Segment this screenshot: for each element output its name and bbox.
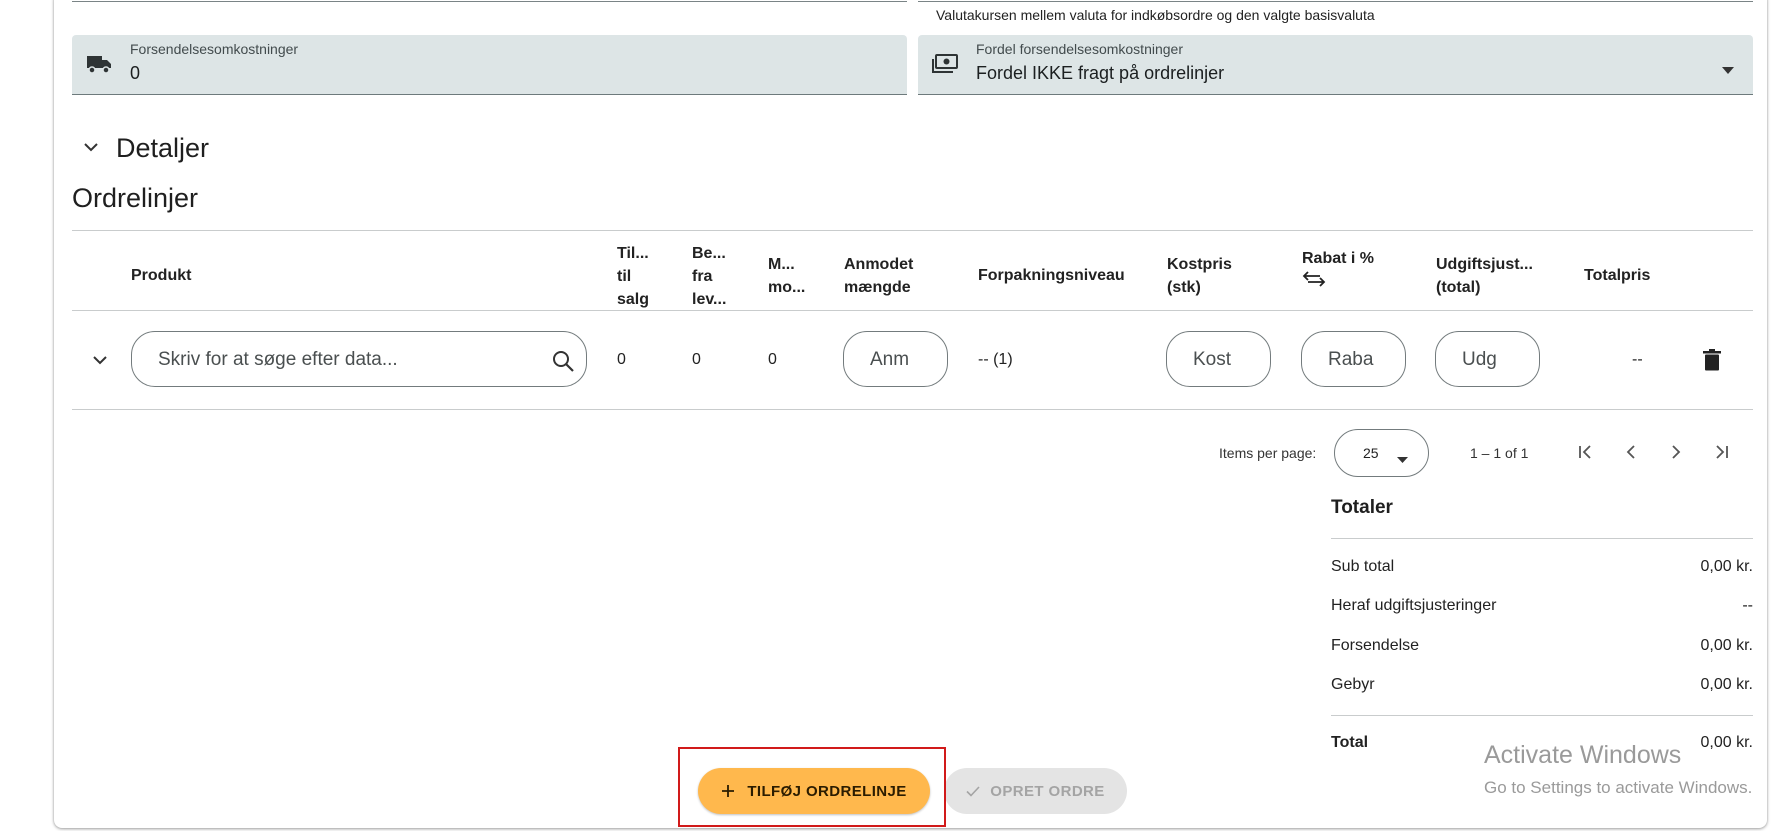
details-expander[interactable]: Detaljer — [84, 131, 209, 165]
details-label: Detaljer — [116, 132, 210, 163]
header-requested-line: mængde — [844, 279, 911, 296]
previous-page-icon[interactable] — [1619, 440, 1643, 464]
header-min-line: M... — [768, 256, 795, 273]
discount-input[interactable]: Raba — [1301, 331, 1406, 387]
items-per-page-label: Items per page: — [1219, 445, 1317, 461]
header-ordered-line: lev... — [692, 291, 727, 308]
totals-title: Totaler — [1331, 497, 1393, 518]
totals-label: Heraf udgiftsjusteringer — [1331, 597, 1497, 614]
shipping-distribution-label: Fordel forsendelsesomkostninger — [976, 41, 1183, 57]
first-page-icon[interactable] — [1574, 440, 1598, 464]
dropdown-arrow-icon — [1722, 61, 1734, 79]
shipping-distribution-select[interactable]: Fordel forsendelsesomkostninger Fordel I… — [918, 35, 1753, 95]
page-size-select[interactable]: 25 — [1334, 429, 1429, 477]
header-cost-line: Kostpris — [1167, 256, 1232, 273]
totals-label: Sub total — [1331, 558, 1395, 575]
available-value: 0 — [617, 351, 626, 368]
check-icon — [966, 785, 980, 797]
next-page-icon[interactable] — [1664, 440, 1688, 464]
header-discount-label: Rabat i % — [1302, 250, 1375, 267]
money-icon — [932, 54, 958, 79]
header-cost-line: (stk) — [1167, 279, 1201, 296]
swap-arrows-icon[interactable] — [1302, 271, 1374, 294]
header-adjust-line: (total) — [1436, 279, 1481, 296]
header-requested-line: Anmodet — [844, 256, 914, 273]
grand-total-label: Total — [1331, 734, 1369, 751]
product-search-input[interactable]: Skriv for at søge efter data... — [131, 331, 587, 387]
header-packaging[interactable]: Forpakningsniveau — [978, 264, 1125, 287]
delete-icon[interactable] — [1699, 346, 1725, 374]
header-min[interactable]: M... mo... — [768, 253, 805, 299]
header-total[interactable]: Totalpris — [1584, 264, 1650, 287]
order-lines-title: Ordrelinjer — [72, 183, 199, 213]
totals-divider-bottom — [1331, 715, 1753, 716]
header-requested[interactable]: Anmodet mængde — [844, 253, 913, 299]
header-available[interactable]: Til... til salg — [617, 242, 649, 311]
exchange-rate-hint: Valutakursen mellem valuta for indkøbsor… — [936, 7, 1375, 23]
header-adjust-line: Udgiftsjust... — [1436, 256, 1533, 273]
windows-activation-hint: Go to Settings to activate Windows. — [1484, 778, 1753, 797]
totals-label: Forsendelse — [1331, 637, 1420, 654]
create-order-label: OPRET ORDRE — [990, 782, 1105, 800]
product-search-placeholder: Skriv for at søge efter data... — [158, 349, 398, 370]
last-page-icon[interactable] — [1709, 440, 1733, 464]
create-order-button[interactable]: OPRET ORDRE — [944, 768, 1127, 814]
totals-value: 0,00 kr. — [1700, 558, 1753, 575]
chevron-down-icon — [84, 139, 106, 157]
header-ordered[interactable]: Be... fra lev... — [692, 242, 726, 311]
row-total-value: -- — [1632, 351, 1643, 368]
header-cost[interactable]: Kostpris (stk) — [1167, 253, 1232, 299]
totals-value: 0,00 kr. — [1700, 637, 1753, 654]
highlight-box — [678, 747, 946, 827]
cost-price-placeholder: Kost — [1193, 349, 1232, 370]
header-min-line: mo... — [768, 279, 806, 296]
adjustment-input[interactable]: Udg — [1435, 331, 1540, 387]
packaging-value: -- (1) — [978, 351, 1013, 368]
header-adjust[interactable]: Udgiftsjust... (total) — [1436, 253, 1533, 299]
shipping-costs-label: Forsendelsesomkostninger — [130, 41, 299, 57]
shipping-costs-field[interactable]: Forsendelsesomkostninger 0 — [72, 35, 907, 95]
totals-value: -- — [1742, 597, 1753, 614]
discount-placeholder: Raba — [1328, 349, 1374, 370]
cost-price-input[interactable]: Kost — [1166, 331, 1271, 387]
ordered-value: 0 — [692, 351, 701, 368]
header-product[interactable]: Produkt — [131, 264, 191, 287]
adjustment-placeholder: Udg — [1462, 349, 1497, 370]
title-divider — [72, 230, 1753, 231]
totals-value: 0,00 kr. — [1700, 676, 1753, 693]
header-available-line: salg — [617, 291, 650, 308]
top-field-underline-left — [72, 1, 907, 2]
requested-quantity-placeholder: Anm — [870, 349, 910, 370]
header-ordered-line: Be... — [692, 245, 726, 262]
truck-icon — [86, 53, 112, 80]
order-card — [54, 0, 1767, 828]
totals-label: Gebyr — [1331, 676, 1375, 693]
shipping-costs-value: 0 — [130, 63, 141, 83]
header-available-line: Til... — [617, 245, 649, 262]
windows-activation-title: Activate Windows — [1484, 741, 1682, 769]
top-field-underline-right — [918, 1, 1753, 2]
requested-quantity-input[interactable]: Anm — [843, 331, 948, 387]
min-value: 0 — [768, 351, 777, 368]
row-divider — [72, 409, 1753, 410]
header-discount[interactable]: Rabat i % — [1302, 247, 1374, 294]
dropdown-arrow-icon — [1397, 450, 1408, 468]
header-ordered-line: fra — [692, 268, 713, 285]
page-size-value: 25 — [1363, 445, 1379, 461]
header-available-line: til — [617, 268, 632, 285]
search-icon[interactable] — [551, 349, 575, 373]
totals-divider-top — [1331, 538, 1753, 539]
shipping-distribution-value: Fordel IKKE fragt på ordrelinjer — [976, 63, 1225, 83]
expand-row-chevron-icon[interactable] — [86, 343, 114, 377]
pagination-range: 1 – 1 of 1 — [1470, 445, 1529, 461]
